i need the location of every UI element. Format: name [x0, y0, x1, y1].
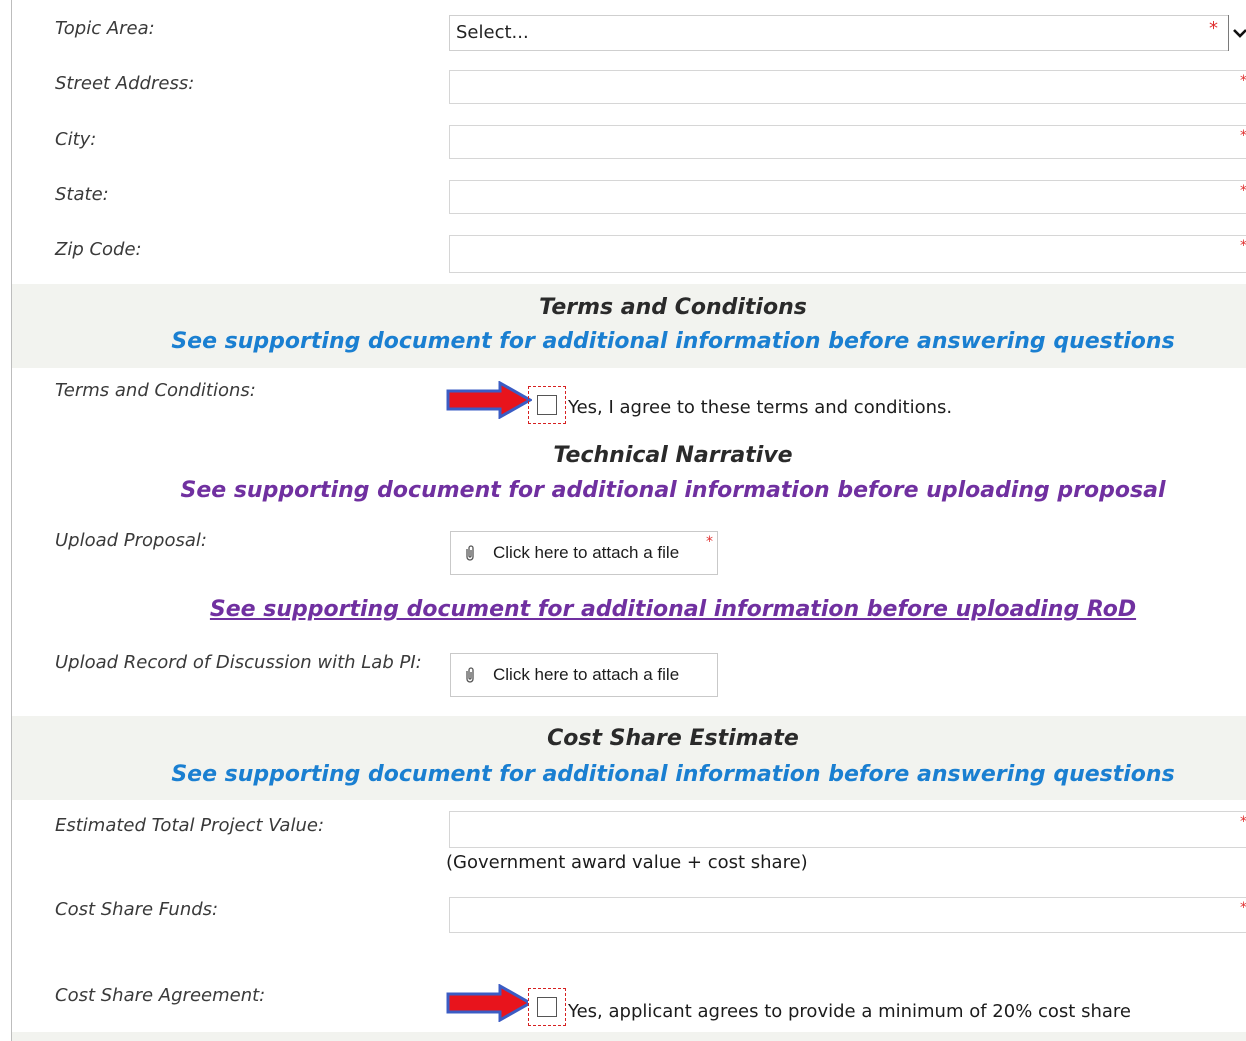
- estimated-total-value-input[interactable]: [449, 811, 1246, 848]
- terms-field-label: Terms and Conditions:: [55, 380, 256, 401]
- topic-area-dropdown-button[interactable]: [1228, 15, 1246, 51]
- city-required-mark: *: [1240, 129, 1246, 143]
- right-arrow-icon: [446, 381, 532, 419]
- state-required-mark: *: [1240, 184, 1246, 198]
- upload-proposal-required-mark: *: [706, 534, 713, 550]
- zip-code-label: Zip Code:: [55, 239, 142, 260]
- street-address-required-mark: *: [1240, 74, 1246, 88]
- upload-rod-label: Upload Record of Discussion with Lab PI:: [55, 652, 422, 673]
- cost-share-funds-label: Cost Share Funds:: [55, 899, 219, 920]
- form-left-border: [11, 0, 12, 1041]
- topic-area-label: Topic Area:: [55, 18, 155, 39]
- terms-agree-label[interactable]: Yes, I agree to these terms and conditio…: [568, 397, 952, 418]
- upload-rod-button-label: Click here to attach a file: [493, 665, 680, 684]
- terms-section-note: See supporting document for additional i…: [171, 329, 1175, 354]
- topic-area-required-mark: *: [1209, 18, 1218, 39]
- cost-share-section-note: See supporting document for additional i…: [171, 762, 1175, 787]
- cost-share-funds-required-mark: *: [1240, 901, 1246, 915]
- upload-proposal-button-label: Click here to attach a file: [493, 543, 680, 562]
- upload-proposal-button[interactable]: Click here to attach a file: [450, 531, 718, 575]
- cost-share-agreement-label: Cost Share Agreement:: [55, 985, 266, 1006]
- estimated-total-value-required-mark: *: [1240, 815, 1246, 829]
- terms-section-heading: Terms and Conditions: [539, 295, 807, 320]
- state-input[interactable]: [449, 180, 1246, 214]
- paperclip-icon: [466, 667, 474, 683]
- city-input[interactable]: [449, 125, 1246, 159]
- bottom-band: [12, 1032, 1246, 1041]
- paperclip-icon: [466, 545, 474, 561]
- cost-share-agree-checkbox[interactable]: [537, 997, 557, 1017]
- street-address-input[interactable]: [449, 70, 1246, 104]
- upload-proposal-label: Upload Proposal:: [55, 530, 207, 551]
- right-arrow-icon: [446, 984, 532, 1022]
- chevron-down-icon: [1233, 29, 1246, 38]
- cost-share-section-heading: Cost Share Estimate: [547, 726, 799, 751]
- estimated-total-value-label: Estimated Total Project Value:: [55, 815, 325, 836]
- cost-share-funds-input[interactable]: [449, 897, 1246, 933]
- zip-code-input[interactable]: [449, 235, 1246, 273]
- terms-agree-checkbox[interactable]: [537, 395, 557, 415]
- topic-area-selected-value: Select...: [456, 22, 529, 43]
- zip-code-required-mark: *: [1240, 239, 1246, 253]
- terms-checkbox-focus-ring[interactable]: [528, 386, 566, 424]
- rod-supporting-document-link[interactable]: See supporting document for additional i…: [12, 597, 1246, 622]
- technical-section-heading: Technical Narrative: [553, 443, 793, 468]
- state-label: State:: [55, 184, 109, 205]
- estimated-total-value-helper: (Government award value + cost share): [446, 852, 808, 873]
- city-label: City:: [55, 129, 97, 150]
- upload-rod-button[interactable]: Click here to attach a file: [450, 653, 718, 697]
- cost-share-agree-label[interactable]: Yes, applicant agrees to provide a minim…: [568, 1001, 1131, 1022]
- technical-section-note: See supporting document for additional i…: [180, 478, 1166, 503]
- topic-area-select[interactable]: Select...: [449, 15, 1246, 51]
- street-address-label: Street Address:: [55, 73, 195, 94]
- cost-share-checkbox-focus-ring[interactable]: [528, 988, 566, 1026]
